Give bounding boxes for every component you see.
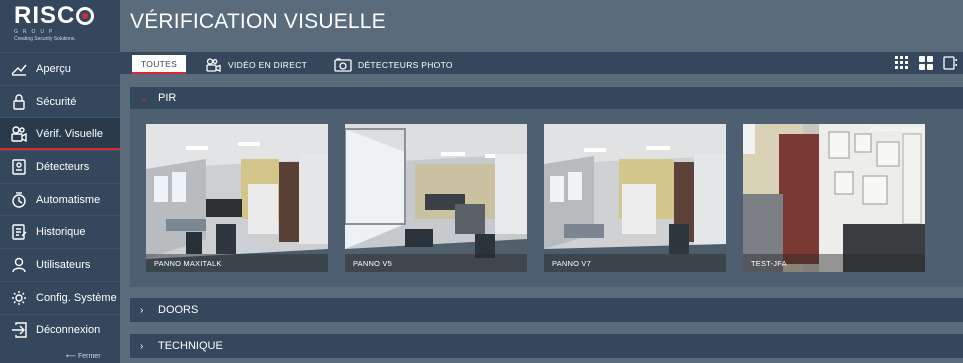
logo-o-mark (76, 7, 95, 25)
sidebar-item-detecteurs[interactable]: Détecteurs (0, 150, 120, 183)
sidebar-item-label: Sécurité (36, 95, 77, 108)
close-sidebar-link[interactable]: ⟵ Fermer (66, 352, 101, 360)
camera-label: TEST-JFA (743, 254, 925, 272)
camera-snapshot-office (544, 124, 726, 272)
camera-thumbnail[interactable]: PANNO MAXITALK (146, 124, 328, 272)
sidebar-item-label: Automatisme (36, 193, 101, 206)
chevron-right-icon: › (140, 340, 144, 352)
clock-icon (10, 191, 28, 209)
camera-label: PANNO V7 (544, 254, 726, 272)
brand-name: RISC (14, 2, 76, 29)
lock-icon (10, 93, 28, 111)
single-view-icon[interactable] (943, 56, 957, 70)
camera-thumbnail[interactable]: 2015-02-02 15:10:54 TEST-JFA (743, 124, 925, 272)
sidebar-item-deconnexion[interactable]: Déconnexion (0, 313, 120, 347)
sidebar-item-securite[interactable]: Sécurité (0, 84, 120, 118)
dashboard-icon (10, 60, 28, 78)
user-icon (10, 256, 28, 274)
sidebar-item-label: Déconnexion (36, 324, 101, 337)
grid-large-icon[interactable] (919, 56, 933, 70)
view-mode-switcher (895, 56, 957, 70)
section-header-doors[interactable]: › DOORS (130, 298, 963, 322)
grid-small-icon[interactable] (895, 56, 909, 70)
sidebar-item-label: Historique (36, 226, 86, 239)
sidebar-item-label: Config. Système (36, 291, 117, 304)
camera-snapshot-technical-room (743, 124, 925, 272)
tab-label: DÉTECTEURS PHOTO (358, 59, 453, 70)
sidebar-item-label: Utilisateurs (36, 258, 91, 271)
sidebar-item-config-systeme[interactable]: Config. Système (0, 280, 120, 314)
camera-snapshot-office (146, 124, 328, 272)
sidebar-nav: Aperçu Sécurité Vérif. Visuelle Détecteu… (0, 52, 120, 346)
sidebar-item-label: Vérif. Visuelle (36, 128, 104, 141)
camera-icon (10, 125, 28, 143)
detector-icon (10, 158, 28, 176)
sidebar-item-apercu[interactable]: Aperçu (0, 52, 120, 85)
tab-toutes[interactable]: TOUTES (132, 55, 186, 74)
tab-video-en-direct[interactable]: VIDÉO EN DIRECT (206, 55, 307, 74)
sidebar-item-historique[interactable]: Historique (0, 215, 120, 248)
camera-label: PANNO MAXITALK (146, 254, 328, 272)
chevron-down-icon: ⌄ (140, 92, 149, 104)
camera-label: PANNO V5 (345, 254, 527, 272)
sidebar-item-label: Aperçu (36, 62, 71, 75)
video-camera-icon (206, 57, 221, 72)
section-label: TECHNIQUE (158, 340, 223, 352)
brand-tagline: Creating Security Solutions. (14, 36, 76, 42)
sidebar-item-automatisme[interactable]: Automatisme (0, 182, 120, 216)
camera-thumbnail[interactable]: PANNO V7 (544, 124, 726, 272)
chevron-right-icon: › (140, 304, 144, 316)
section-label: PIR (158, 92, 177, 104)
tab-bar: TOUTES VIDÉO EN DIRECT DÉTECTEURS PHOTO (120, 52, 963, 74)
logout-icon (10, 321, 28, 339)
sidebar-item-verif-visuelle[interactable]: Vérif. Visuelle (0, 117, 120, 151)
tab-detecteurs-photo[interactable]: DÉTECTEURS PHOTO (334, 55, 453, 74)
risco-logo: RISC GROUP Creating Security Solutions. (0, 0, 120, 50)
sidebar-item-label: Détecteurs (36, 160, 90, 173)
photo-camera-icon (334, 57, 352, 72)
history-icon (10, 223, 28, 241)
tab-label: VIDÉO EN DIRECT (228, 59, 308, 70)
brand-group: GROUP (14, 29, 58, 35)
sidebar-item-utilisateurs[interactable]: Utilisateurs (0, 248, 120, 281)
section-header-pir[interactable]: ⌄ PIR (130, 87, 963, 109)
sidebar: RISC GROUP Creating Security Solutions. … (0, 0, 120, 363)
section-label: DOORS (158, 304, 199, 316)
gear-icon (10, 289, 28, 307)
page-title: VÉRIFICATION VISUELLE (130, 10, 386, 33)
section-body-pir: PANNO MAXITALK PANNO V5 PANNO V7 2015-02… (130, 109, 963, 287)
camera-snapshot-office (345, 124, 527, 272)
tab-label: TOUTES (140, 58, 178, 69)
camera-timestamp: 2015-02-02 15:10:54 (869, 127, 921, 133)
section-header-technique[interactable]: › TECHNIQUE (130, 334, 963, 358)
camera-thumbnail[interactable]: PANNO V5 (345, 124, 527, 272)
main-content: VÉRIFICATION VISUELLE TOUTES VIDÉO EN DI… (120, 0, 963, 363)
